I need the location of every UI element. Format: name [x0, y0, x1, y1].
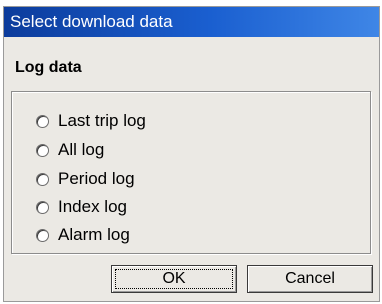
radio-button-icon[interactable] — [36, 143, 49, 157]
radio-option-index-log[interactable]: Index log — [36, 196, 127, 218]
dialog-title-bar[interactable]: Select download data — [4, 7, 379, 37]
radio-option-alarm-log[interactable]: Alarm log — [36, 224, 130, 246]
radio-label-last-trip-log: Last trip log — [58, 111, 146, 130]
cancel-button[interactable]: Cancel — [247, 265, 373, 293]
radio-option-last-trip-log[interactable]: Last trip log — [36, 110, 146, 132]
ok-button[interactable]: OK — [111, 265, 237, 293]
log-data-heading: Log data — [15, 59, 82, 76]
log-data-group: Last trip log All log Period log Index l… — [11, 91, 371, 254]
radio-label-all-log: All log — [58, 140, 105, 159]
radio-label-alarm-log: Alarm log — [58, 225, 130, 244]
radio-label-index-log: Index log — [58, 197, 127, 216]
radio-button-icon[interactable] — [36, 200, 49, 214]
radio-button-icon[interactable] — [36, 228, 49, 242]
select-download-data-dialog: Select download data Log data Last trip … — [3, 6, 380, 302]
dialog-title: Select download data — [10, 12, 173, 31]
radio-button-icon[interactable] — [36, 114, 49, 128]
radio-label-period-log: Period log — [58, 169, 135, 188]
radio-option-all-log[interactable]: All log — [36, 139, 104, 161]
radio-button-icon[interactable] — [36, 172, 49, 186]
radio-option-period-log[interactable]: Period log — [36, 168, 135, 190]
